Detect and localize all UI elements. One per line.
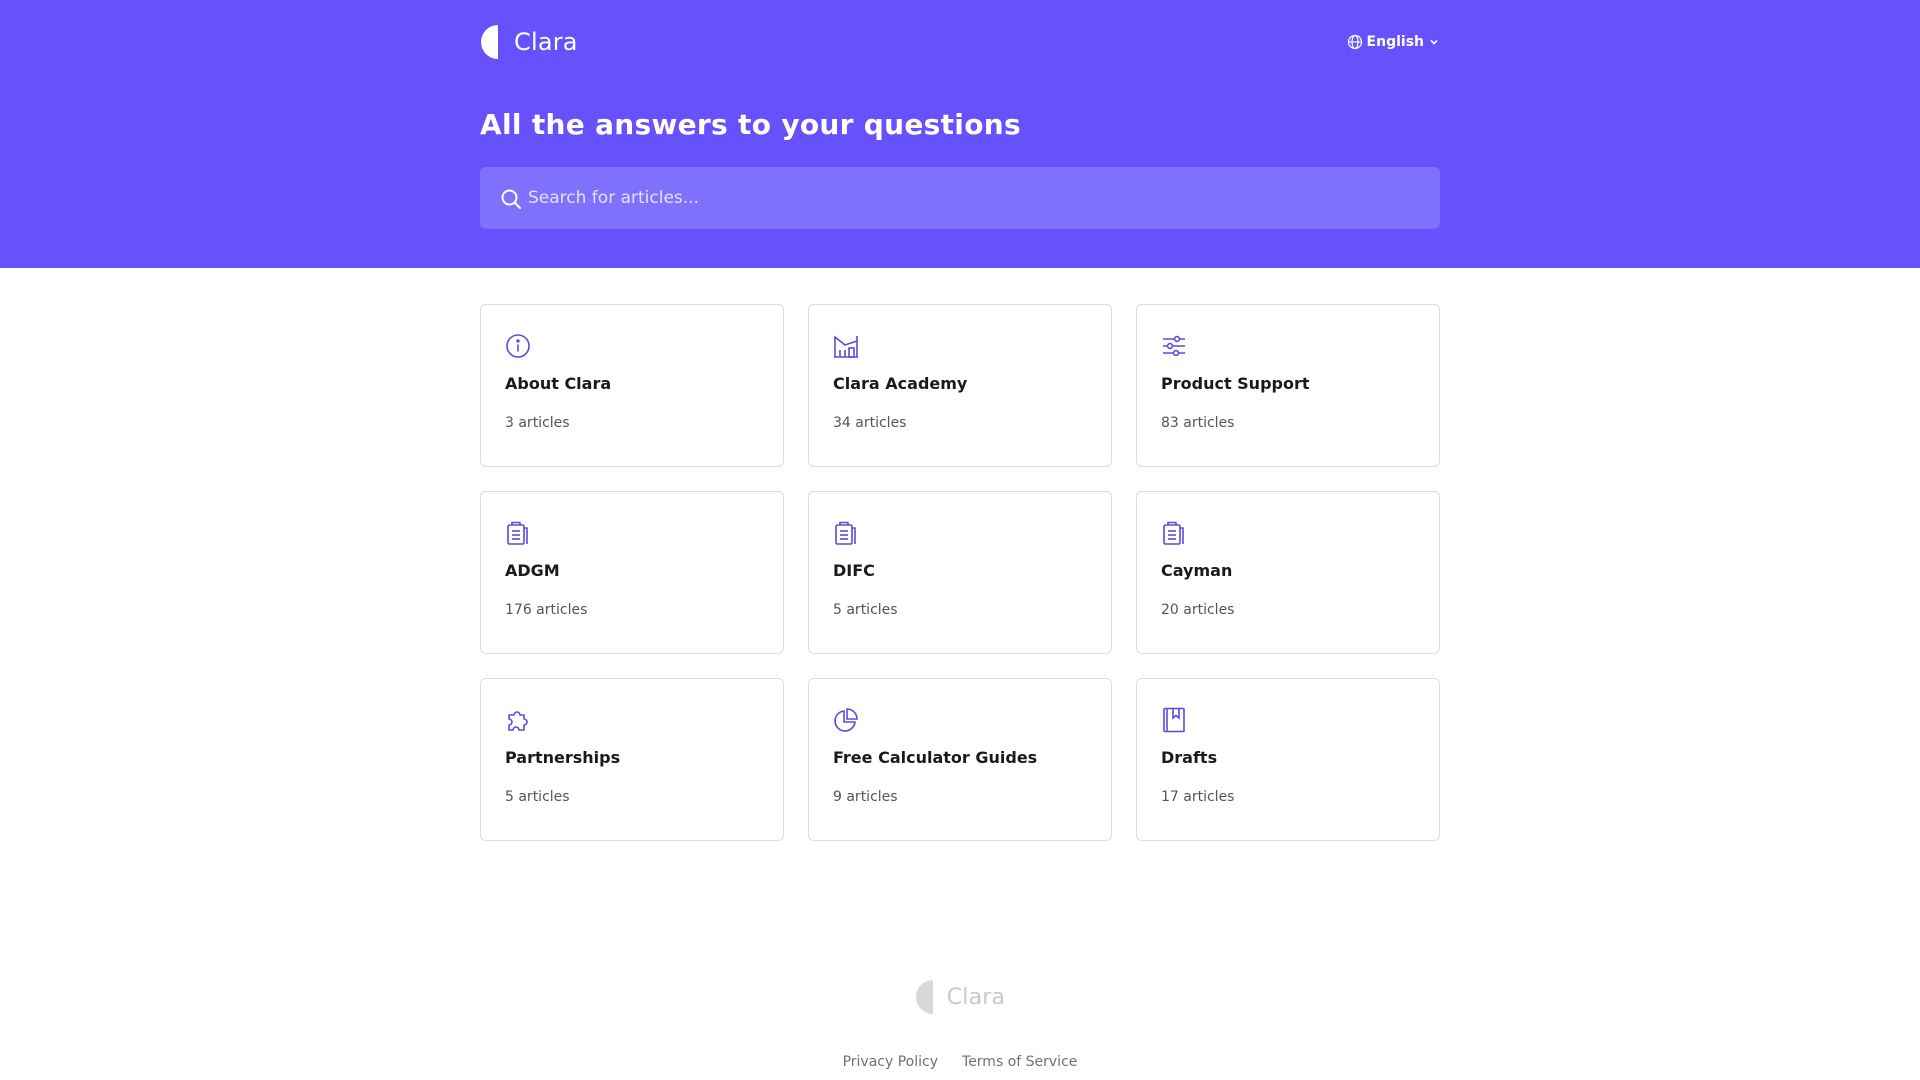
- hero-title: All the answers to your questions: [480, 108, 1021, 141]
- clipboard-icon: [1163, 521, 1184, 545]
- search-bar[interactable]: [480, 167, 1440, 229]
- collection-article-count: 17 articles: [1161, 789, 1235, 805]
- info-icon: [506, 334, 530, 358]
- collection-card-difc[interactable]: DIFC 5 articles: [808, 491, 1112, 654]
- search-input[interactable]: [528, 188, 1420, 208]
- collection-article-count: 5 articles: [833, 602, 898, 618]
- clipboard-icon: [507, 521, 528, 545]
- collection-title: Partnerships: [505, 748, 621, 767]
- search-icon: [501, 189, 521, 209]
- puzzle-icon: [508, 711, 528, 731]
- collection-card-adgm[interactable]: ADGM 176 articles: [480, 491, 784, 654]
- footer-logo-link[interactable]: Clara: [915, 980, 1005, 1014]
- clipboard-icon: [835, 521, 856, 545]
- hero-banner: Clara English All the answers to your qu…: [0, 0, 1920, 268]
- chevron-down-icon: [1430, 39, 1438, 45]
- collection-article-count: 5 articles: [505, 789, 570, 805]
- collection-card-product-support[interactable]: Product Support 83 articles: [1136, 304, 1440, 467]
- collection-card-partnerships[interactable]: Partnerships 5 articles: [480, 678, 784, 841]
- clara-logo-icon: [481, 25, 498, 59]
- collection-title: About Clara: [505, 374, 612, 393]
- collection-article-count: 34 articles: [833, 415, 907, 431]
- footer-links: Privacy Policy Terms of Service: [843, 1054, 1078, 1070]
- collection-card-clara-academy[interactable]: Clara Academy 34 articles: [808, 304, 1112, 467]
- collection-title: Cayman: [1161, 561, 1233, 580]
- collection-card-cayman[interactable]: Cayman 20 articles: [1136, 491, 1440, 654]
- collection-title: Product Support: [1161, 374, 1310, 393]
- bookmark-book-icon: [1163, 707, 1185, 733]
- collections-grid: About Clara 3 articles Clara Academy 34 …: [480, 304, 1440, 841]
- collection-article-count: 9 articles: [833, 789, 898, 805]
- collection-article-count: 83 articles: [1161, 415, 1235, 431]
- collection-title: DIFC: [833, 561, 875, 580]
- privacy-policy-link[interactable]: Privacy Policy: [843, 1054, 938, 1070]
- collection-title: Drafts: [1161, 748, 1218, 767]
- globe-icon: [1347, 34, 1362, 50]
- collection-card-about-clara[interactable]: About Clara 3 articles: [480, 304, 784, 467]
- collection-article-count: 176 articles: [505, 602, 588, 618]
- collection-card-drafts[interactable]: Drafts 17 articles: [1136, 678, 1440, 841]
- sliders-icon: [1163, 335, 1185, 357]
- pie-chart-icon: [834, 708, 858, 732]
- footer-brand-name: Clara: [946, 984, 1006, 1010]
- brand-logo-link[interactable]: Clara: [480, 25, 578, 59]
- brand-name: Clara: [514, 28, 578, 56]
- collection-card-free-calculator-guides[interactable]: Free Calculator Guides 9 articles: [808, 678, 1112, 841]
- collection-title: ADGM: [505, 561, 560, 580]
- top-bar: Clara English: [480, 0, 1440, 84]
- footer: Clara Privacy Policy Terms of Service: [0, 980, 1920, 1070]
- collection-article-count: 3 articles: [505, 415, 570, 431]
- academy-building-icon: [834, 335, 858, 358]
- collection-title: Free Calculator Guides: [833, 748, 1038, 767]
- language-label: English: [1366, 34, 1424, 50]
- clara-logo-icon: [915, 980, 933, 1014]
- language-selector[interactable]: English: [1347, 34, 1440, 50]
- collection-article-count: 20 articles: [1161, 602, 1235, 618]
- terms-of-service-link[interactable]: Terms of Service: [962, 1054, 1077, 1070]
- collection-title: Clara Academy: [833, 374, 968, 393]
